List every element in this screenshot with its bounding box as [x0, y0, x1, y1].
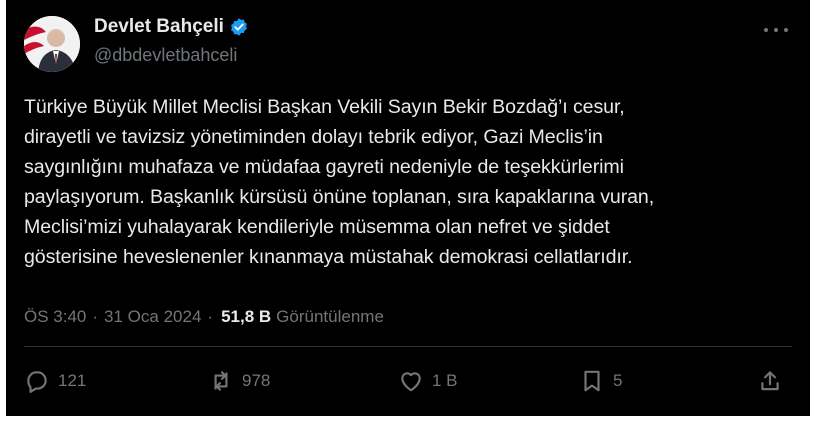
- reply-count: 121: [58, 371, 87, 390]
- views-label: Görüntülenme: [276, 307, 384, 326]
- repost-icon: [214, 371, 228, 391]
- action-bar: 121 978 1 B 5: [24, 368, 790, 402]
- divider: [24, 346, 792, 347]
- reply-button[interactable]: 121: [24, 368, 86, 394]
- like-button[interactable]: 1 B: [398, 368, 458, 394]
- post-date[interactable]: 31 Oca 2024: [104, 307, 201, 327]
- like-icon: [401, 372, 421, 392]
- post-time[interactable]: ÖS 3:40: [24, 307, 86, 327]
- author-name[interactable]: Devlet Bahçeli: [94, 16, 224, 38]
- more-dot: [784, 28, 788, 32]
- meta-separator: ·: [92, 307, 99, 326]
- post-text: Türkiye Büyük Millet Meclisi Başkan Veki…: [24, 96, 655, 268]
- share-icon: [761, 371, 779, 391]
- repost-count: 978: [242, 371, 271, 390]
- author-name-row[interactable]: Devlet Bahçeli: [94, 16, 249, 38]
- post-card: Devlet Bahçeli @dbdevletbahceli Türkiye …: [6, 0, 810, 416]
- avatar-image: [24, 16, 80, 72]
- meta-separator: ·: [207, 307, 214, 326]
- avatar[interactable]: [24, 16, 80, 72]
- bookmark-button[interactable]: 5: [579, 368, 622, 394]
- post-meta: ÖS 3:40 · 31 Oca 2024 · 51,8 B Görüntüle…: [24, 307, 384, 327]
- like-count: 1 B: [432, 371, 458, 390]
- repost-button[interactable]: 978: [208, 368, 270, 394]
- more-icon[interactable]: [764, 22, 788, 38]
- views-count: 51,8 B: [221, 307, 272, 326]
- verified-badge-icon: [230, 18, 247, 36]
- more-dot: [774, 28, 778, 32]
- share-button[interactable]: [757, 368, 783, 394]
- bookmark-count: 5: [613, 371, 623, 390]
- bookmark-icon: [584, 370, 600, 392]
- reply-icon: [27, 371, 47, 393]
- author-handle[interactable]: @dbdevletbahceli: [94, 45, 237, 66]
- more-dot: [764, 28, 768, 32]
